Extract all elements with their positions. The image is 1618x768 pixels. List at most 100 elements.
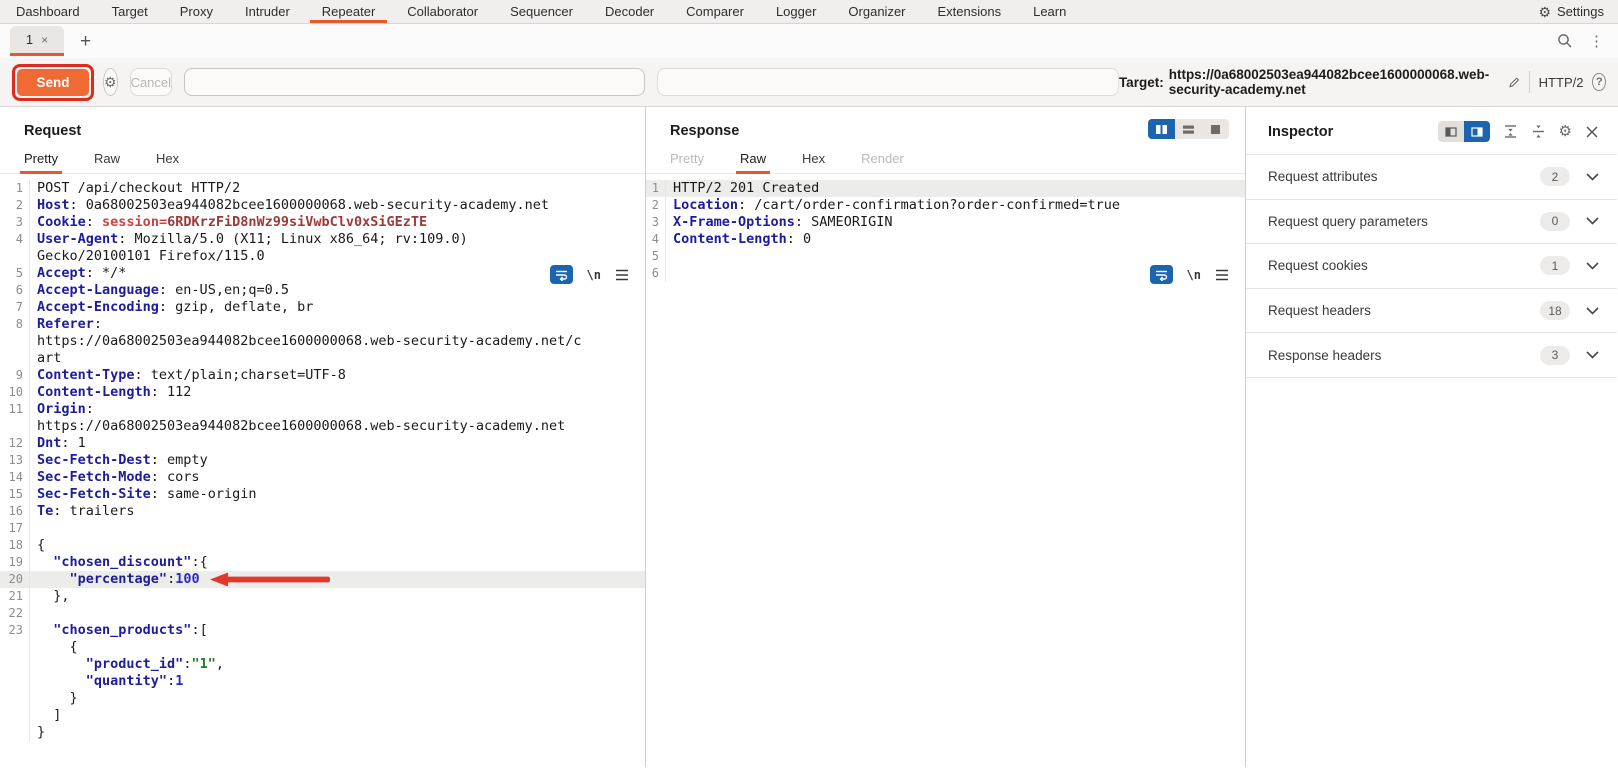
inspector-section-request-query-parameters[interactable]: Request query parameters 0 xyxy=(1246,200,1617,245)
close-tab-icon[interactable]: × xyxy=(41,33,48,47)
dock-left-icon[interactable] xyxy=(1437,121,1464,142)
show-newlines-icon[interactable]: \n xyxy=(587,268,601,282)
code-line[interactable]: art xyxy=(0,350,645,367)
code-line[interactable]: 23 "chosen_products":[ xyxy=(0,622,645,639)
code-line[interactable]: 10 Content-Length: 112 xyxy=(0,384,645,401)
show-newlines-icon[interactable]: \n xyxy=(1187,268,1201,282)
menubar-item-extensions[interactable]: Extensions xyxy=(922,0,1018,23)
code-line[interactable]: 5 xyxy=(646,248,1245,265)
menubar-item-decoder[interactable]: Decoder xyxy=(589,0,670,23)
menubar-item-comparer[interactable]: Comparer xyxy=(670,0,760,23)
send-settings-button[interactable]: ⚙ xyxy=(103,68,118,96)
line-number: 5 xyxy=(646,248,666,265)
code-line[interactable]: 8 Referer: xyxy=(0,316,645,333)
editor-menu-icon[interactable] xyxy=(1215,269,1229,281)
response-tab-hex[interactable]: Hex xyxy=(802,151,825,166)
inspector-section-request-cookies[interactable]: Request cookies 1 xyxy=(1246,244,1617,289)
menubar-item-organizer[interactable]: Organizer xyxy=(832,0,921,23)
chevron-down-icon xyxy=(1586,173,1599,181)
code-line[interactable]: 7 Accept-Encoding: gzip, deflate, br xyxy=(0,299,645,316)
kebab-menu-icon[interactable]: ⋮ xyxy=(1589,32,1604,50)
layout-columns-icon[interactable] xyxy=(1148,119,1175,139)
line-number: 16 xyxy=(0,503,30,520)
repeater-tab-row: 1 × + ⋮ xyxy=(0,24,1618,58)
dock-right-icon[interactable] xyxy=(1463,121,1490,142)
line-number: 20 xyxy=(0,571,30,588)
code-line[interactable]: 22 xyxy=(0,605,645,622)
edit-pencil-icon[interactable] xyxy=(1508,74,1520,91)
code-line[interactable]: 17 xyxy=(0,520,645,537)
code-line[interactable]: 4 User-Agent: Mozilla/5.0 (X11; Linux x8… xyxy=(0,231,645,248)
response-tab-raw[interactable]: Raw xyxy=(735,151,771,174)
menubar-item-intruder[interactable]: Intruder xyxy=(229,0,306,23)
forward-button[interactable]: > ▾ xyxy=(657,68,1119,96)
code-line[interactable]: 6 Accept-Language: en-US,en;q=0.5 xyxy=(0,282,645,299)
back-button[interactable]: < ▾ xyxy=(184,68,646,96)
code-line[interactable]: 1 HTTP/2 201 Created xyxy=(646,180,1245,197)
code-line[interactable]: 19 "chosen_discount":{ xyxy=(0,554,645,571)
line-number: 6 xyxy=(646,265,666,282)
menubar-item-logger[interactable]: Logger xyxy=(760,0,832,23)
code-line[interactable]: } xyxy=(0,690,645,707)
search-icon[interactable] xyxy=(1557,33,1573,49)
code-line[interactable]: 2 Host: 0a68002503ea944082bcee1600000068… xyxy=(0,197,645,214)
menubar-item-dashboard[interactable]: Dashboard xyxy=(0,0,96,23)
code-line[interactable]: 3 Cookie: session= 6RDKrzFiD8nWz99siVwbCl… xyxy=(0,214,645,231)
code-line[interactable]: 20 "percentage":100 xyxy=(0,571,645,588)
menubar-item-target[interactable]: Target xyxy=(96,0,164,23)
layout-rows-icon[interactable] xyxy=(1175,119,1202,139)
inspector-section-request-headers[interactable]: Request headers 18 xyxy=(1246,289,1617,334)
request-panel-title: Request xyxy=(24,123,82,139)
inspector-settings-icon[interactable]: ⚙ xyxy=(1559,124,1572,139)
line-number: 19 xyxy=(0,554,30,571)
request-tab-hex[interactable]: Hex xyxy=(156,151,179,166)
code-line[interactable]: 21 }, xyxy=(0,588,645,605)
inspector-section-request-attributes[interactable]: Request attributes 2 xyxy=(1246,155,1617,200)
code-line[interactable]: "quantity":1 xyxy=(0,673,645,690)
code-line[interactable]: 13 Sec-Fetch-Dest: empty xyxy=(0,452,645,469)
word-wrap-icon[interactable] xyxy=(1149,265,1173,284)
help-icon[interactable]: ? xyxy=(1592,73,1606,91)
menubar-item-learn[interactable]: Learn xyxy=(1017,0,1082,23)
code-line[interactable]: 4 Content-Length: 0 xyxy=(646,231,1245,248)
request-tab-pretty[interactable]: Pretty xyxy=(20,151,62,174)
menubar-item-collaborator[interactable]: Collaborator xyxy=(391,0,494,23)
code-line[interactable]: Gecko/20100101 Firefox/115.0 xyxy=(0,248,645,265)
add-tab-button[interactable]: + xyxy=(80,32,91,51)
code-line[interactable]: 11 Origin: xyxy=(0,401,645,418)
collapse-all-icon[interactable] xyxy=(1531,124,1546,139)
code-line[interactable]: 2 Location: /cart/order-confirmation?ord… xyxy=(646,197,1245,214)
menubar-item-sequencer[interactable]: Sequencer xyxy=(494,0,589,23)
menubar-item-proxy[interactable]: Proxy xyxy=(164,0,229,23)
code-line[interactable]: "product_id": "1", xyxy=(0,656,645,673)
editor-menu-icon[interactable] xyxy=(615,269,629,281)
send-button[interactable]: Send xyxy=(17,68,89,96)
code-line[interactable]: https://0a68002503ea944082bcee1600000068… xyxy=(0,418,645,435)
code-line[interactable]: { xyxy=(0,639,645,656)
code-line[interactable]: 9 Content-Type: text/plain;charset=UTF-8 xyxy=(0,367,645,384)
code-line[interactable]: 16 Te: trailers xyxy=(0,503,645,520)
code-line[interactable]: 14 Sec-Fetch-Mode: cors xyxy=(0,469,645,486)
settings-button[interactable]: ⚙ Settings xyxy=(1538,0,1618,23)
response-tab-pretty[interactable]: Pretty xyxy=(670,151,704,166)
layout-single-icon[interactable] xyxy=(1202,119,1229,139)
inspector-section-response-headers[interactable]: Response headers 3 xyxy=(1246,333,1617,378)
code-line[interactable]: https://0a68002503ea944082bcee1600000068… xyxy=(0,333,645,350)
repeater-tab-1[interactable]: 1 × xyxy=(10,26,64,56)
request-tab-raw[interactable]: Raw xyxy=(94,151,120,166)
word-wrap-icon[interactable] xyxy=(549,265,573,284)
close-icon[interactable] xyxy=(1585,125,1599,139)
menubar-item-repeater[interactable]: Repeater xyxy=(306,0,391,23)
code-line[interactable]: 15 Sec-Fetch-Site: same-origin xyxy=(0,486,645,503)
code-line[interactable]: ] xyxy=(0,707,645,724)
code-line[interactable]: } xyxy=(0,724,645,741)
code-line[interactable]: 18 { xyxy=(0,537,645,554)
code-line[interactable]: 12 Dnt: 1 xyxy=(0,435,645,452)
expand-all-icon[interactable] xyxy=(1503,124,1518,139)
response-tab-render[interactable]: Render xyxy=(861,151,904,166)
request-editor[interactable]: 1 POST /api/checkout HTTP/2 2 Host: 0a68… xyxy=(0,180,645,741)
cancel-button[interactable]: Cancel xyxy=(129,68,173,96)
code-line[interactable]: 1 POST /api/checkout HTTP/2 xyxy=(0,180,645,197)
code-line[interactable]: 3 X-Frame-Options: SAMEORIGIN xyxy=(646,214,1245,231)
code-line[interactable]: 5 Accept: */* xyxy=(0,265,645,282)
